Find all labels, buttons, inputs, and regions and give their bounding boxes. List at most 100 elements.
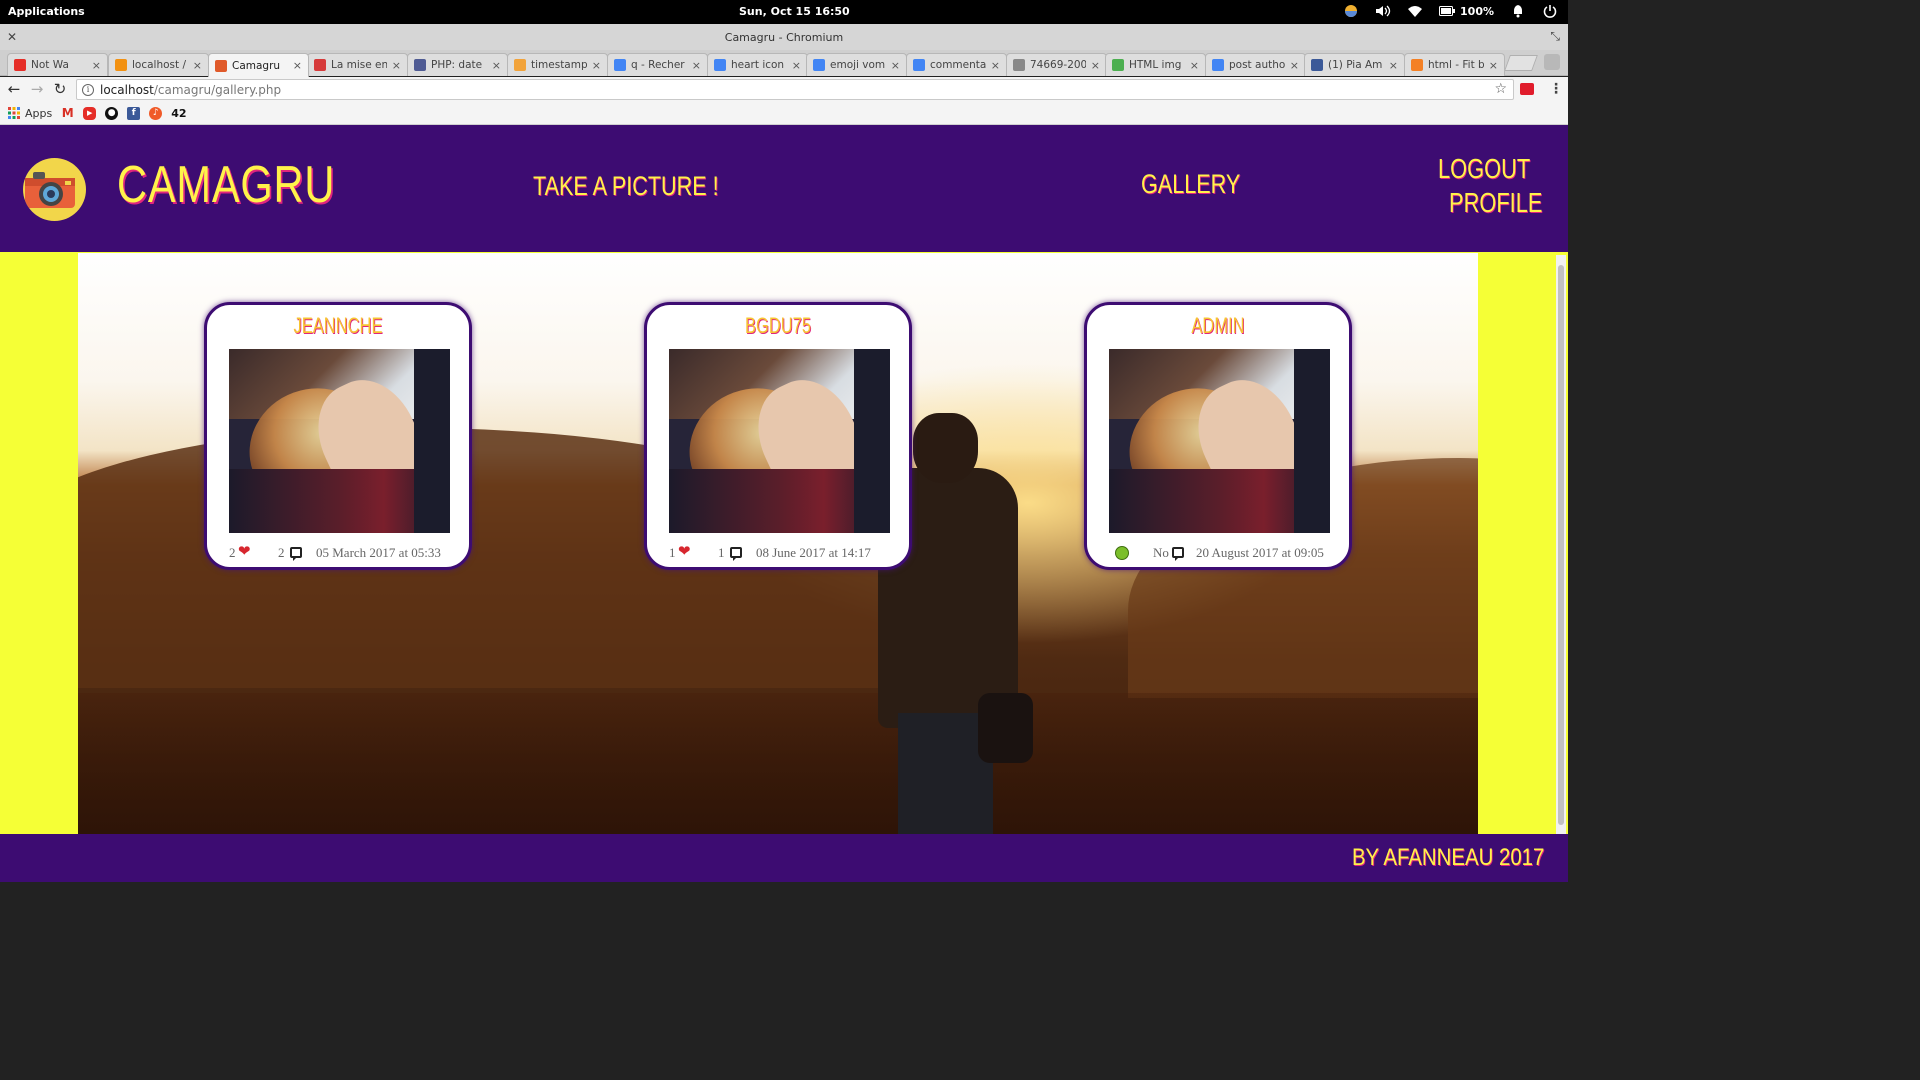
- camera-logo-icon[interactable]: [23, 158, 86, 221]
- nav-gallery[interactable]: GALLERY: [1141, 169, 1240, 200]
- tab-close-icon[interactable]: ×: [891, 59, 900, 72]
- apps-grid-icon: [8, 107, 20, 119]
- tab-close-icon[interactable]: ×: [293, 59, 302, 72]
- nav-profile[interactable]: PROFILE: [1449, 187, 1542, 219]
- tab-close-icon[interactable]: ×: [193, 59, 202, 72]
- browser-tab[interactable]: PHP: date ×: [407, 53, 508, 76]
- music-icon: ♪: [149, 106, 163, 120]
- browser-tab[interactable]: post autho ×: [1205, 53, 1306, 76]
- browser-menu-icon[interactable]: ⋮: [1549, 81, 1563, 97]
- browser-tab[interactable]: localhost / ×: [108, 53, 209, 76]
- post-date: 20 August 2017 at 09:05: [1196, 545, 1324, 560]
- tab-close-icon[interactable]: ×: [991, 59, 1000, 72]
- browser-tab[interactable]: timestamp ×: [507, 53, 608, 76]
- heart-icon[interactable]: ❤: [238, 545, 251, 560]
- tab-close-icon[interactable]: ×: [92, 59, 101, 72]
- nav-take-picture[interactable]: TAKE A PICTURE !: [533, 171, 719, 202]
- browser-tab[interactable]: Camagru ×: [208, 53, 309, 77]
- browser-tab[interactable]: emoji vom ×: [806, 53, 907, 76]
- browser-tab[interactable]: heart icon ×: [707, 53, 808, 76]
- tab-close-icon[interactable]: ×: [1290, 59, 1299, 72]
- like-count: 2: [229, 545, 236, 560]
- heart-icon[interactable]: ❤: [678, 545, 691, 560]
- new-tab-button[interactable]: [1504, 55, 1538, 71]
- site-brand[interactable]: CAMAGRU: [117, 155, 335, 215]
- browser-tab[interactable]: HTML img ×: [1105, 53, 1206, 76]
- footer-credit: BY AFANNEAU 2017: [1351, 844, 1544, 871]
- bookmark-apps[interactable]: Apps: [8, 107, 52, 120]
- extension-icon[interactable]: [1520, 83, 1534, 95]
- bookmark-facebook[interactable]: f: [127, 106, 141, 120]
- tab-close-icon[interactable]: ×: [1389, 59, 1398, 72]
- tab-close-icon[interactable]: ×: [1091, 59, 1100, 72]
- tab-close-icon[interactable]: ×: [1489, 59, 1498, 72]
- tab-close-icon[interactable]: ×: [592, 59, 601, 72]
- gallery-photo[interactable]: [669, 349, 890, 533]
- like-count: 1: [669, 545, 676, 560]
- tab-favicon-icon: [414, 59, 426, 71]
- tab-close-icon[interactable]: ×: [492, 59, 501, 72]
- card-author[interactable]: BGDU75: [680, 313, 877, 339]
- browser-tab[interactable]: q - Recher ×: [607, 53, 708, 76]
- tab-favicon-icon: [1212, 59, 1224, 71]
- bookmark-42[interactable]: 42: [171, 107, 186, 120]
- comment-count: 1: [718, 545, 725, 560]
- back-arrow-icon[interactable]: ←: [5, 80, 23, 98]
- notification-bell-icon[interactable]: [1510, 3, 1526, 19]
- browser-tab[interactable]: Not Wa ×: [7, 53, 108, 76]
- gallery-card[interactable]: JEANNCHE 2 ❤ 2 05 March 2017 at 05:33: [204, 302, 472, 570]
- browser-tab[interactable]: 74669-200 ×: [1006, 53, 1107, 76]
- color-icon[interactable]: [1343, 3, 1359, 19]
- bookmark-music[interactable]: ♪: [149, 106, 163, 120]
- tab-label: La mise en: [331, 59, 387, 71]
- scrollbar-thumb[interactable]: [1558, 265, 1564, 825]
- browser-tab[interactable]: html - Fit b ×: [1404, 53, 1505, 76]
- browser-tab[interactable]: commenta ×: [906, 53, 1007, 76]
- fortytwo-label: 42: [171, 106, 187, 120]
- gallery-card[interactable]: BGDU75 1 ❤ 1 08 June 2017 at 14:17: [644, 302, 912, 570]
- gallery-photo[interactable]: [1109, 349, 1330, 533]
- card-author[interactable]: ADMIN: [1120, 313, 1317, 339]
- tab-favicon-icon: [813, 59, 825, 71]
- github-icon: ●: [105, 106, 119, 120]
- browser-tab[interactable]: La mise en ×: [307, 53, 408, 76]
- applications-menu[interactable]: Applications: [8, 5, 85, 18]
- wifi-icon[interactable]: [1407, 3, 1423, 19]
- tab-label: 74669-200: [1030, 59, 1086, 71]
- tab-close-icon[interactable]: ×: [392, 59, 401, 72]
- tab-close-icon[interactable]: ×: [792, 59, 801, 72]
- tab-close-icon[interactable]: ×: [1190, 59, 1199, 72]
- power-icon[interactable]: [1542, 3, 1558, 19]
- gallery-photo[interactable]: [229, 349, 450, 533]
- background-bag: [978, 693, 1033, 763]
- bookmark-apps-label: Apps: [25, 106, 53, 120]
- bookmark-github[interactable]: ●: [105, 106, 119, 120]
- background-person-head: [913, 413, 978, 483]
- gallery-card[interactable]: ADMIN No 20 August 2017 at 09:05: [1084, 302, 1352, 570]
- address-bar[interactable]: i localhost/camagru/gallery.php ☆: [76, 79, 1514, 100]
- bookmark-gmail[interactable]: M: [61, 106, 74, 120]
- tab-favicon-icon: [1112, 59, 1124, 71]
- site-info-icon[interactable]: i: [82, 83, 94, 96]
- browser-tab[interactable]: (1) Pia Am ×: [1304, 53, 1405, 76]
- bookmark-star-icon[interactable]: ☆: [1494, 81, 1507, 97]
- site-header: CAMAGRU TAKE A PICTURE ! GALLERY LOGOUT …: [0, 125, 1568, 252]
- forward-arrow-icon[interactable]: →: [28, 80, 46, 98]
- tab-label: Not Wa: [31, 59, 69, 71]
- bookmark-youtube[interactable]: ▶: [83, 106, 97, 120]
- battery-icon[interactable]: [1439, 3, 1456, 19]
- card-meta: 1 ❤ 1 08 June 2017 at 14:17: [669, 545, 899, 561]
- card-author[interactable]: JEANNCHE: [240, 313, 437, 339]
- tab-close-icon[interactable]: ×: [692, 59, 701, 72]
- window-title: Camagru - Chromium: [724, 31, 844, 44]
- bookmarks-bar: Apps M ▶ ● f ♪ 42: [0, 102, 1568, 125]
- system-clock[interactable]: Sun, Oct 15 16:50: [739, 5, 850, 18]
- volume-icon[interactable]: [1375, 3, 1391, 19]
- reload-icon[interactable]: ↻: [51, 80, 69, 98]
- page-scrollbar[interactable]: [1556, 255, 1566, 837]
- nav-logout[interactable]: LOGOUT: [1438, 153, 1530, 185]
- tab-label: PHP: date: [431, 59, 483, 71]
- tab-label: heart icon: [731, 59, 785, 71]
- window-restore-icon[interactable]: ⤡: [1550, 29, 1560, 44]
- profile-icon[interactable]: [1544, 54, 1560, 70]
